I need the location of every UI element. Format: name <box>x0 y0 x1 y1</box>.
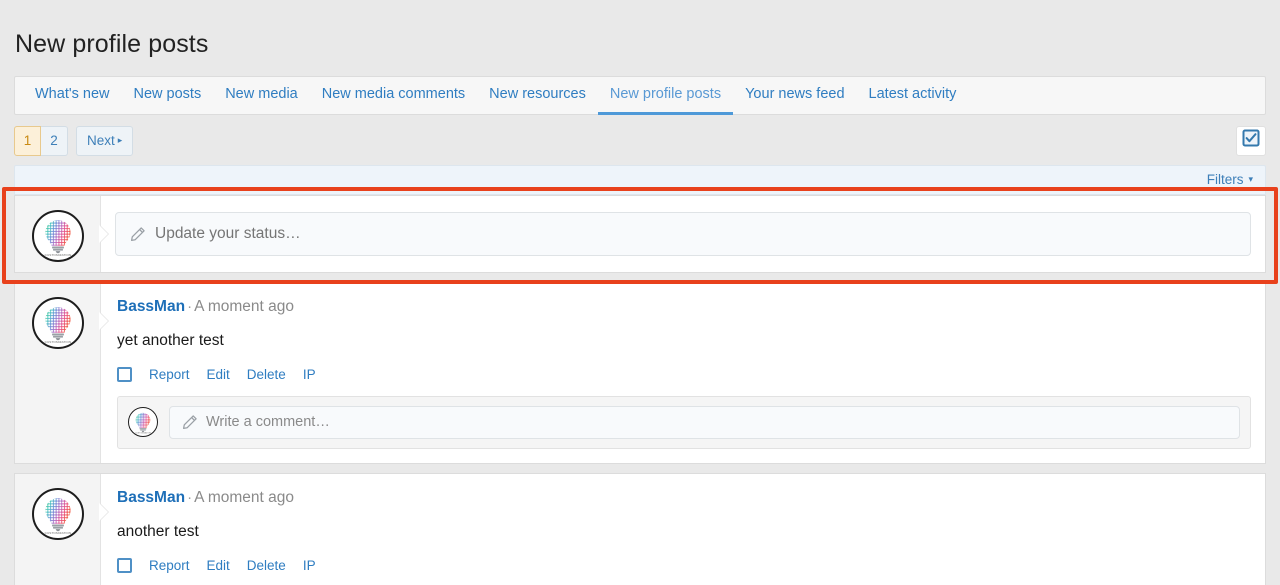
post-timestamp: A moment ago <box>194 298 294 315</box>
lightbulb-avatar-graphic: CUSTOMIZATION <box>129 408 157 436</box>
svg-text:CUSTOMIZATION: CUSTOMIZATION <box>44 252 71 256</box>
status-input-placeholder: Update your status… <box>155 225 301 243</box>
post-text: another test <box>117 522 1251 542</box>
composer-body: Update your status… <box>101 196 1265 272</box>
tab-label: New profile posts <box>610 86 721 102</box>
chevron-right-icon: ▸ <box>118 135 123 146</box>
next-page-label: Next <box>87 133 115 148</box>
post-body: BassMan·A moment ago yet another test Repo… <box>101 283 1265 463</box>
post-avatar-cell: CUSTOMIZATION <box>15 474 101 585</box>
tab-label: New media <box>225 86 298 102</box>
avatar-notch <box>100 225 109 243</box>
post-action-delete[interactable]: Delete <box>247 367 286 382</box>
post-action-report[interactable]: Report <box>149 558 190 573</box>
post-author-link[interactable]: BassMan <box>117 298 185 315</box>
page-title: New profile posts <box>0 17 1280 59</box>
post-action-edit[interactable]: Edit <box>207 367 230 382</box>
filters-dropdown[interactable]: Filters ▾ <box>1207 172 1253 187</box>
tab-new-posts[interactable]: New posts <box>122 77 214 115</box>
status-composer-block: CUSTOMIZATION Update your status… <box>14 195 1266 273</box>
tab-label: New resources <box>489 86 586 102</box>
post-body: BassMan·A moment ago another test Report Ed… <box>101 474 1265 585</box>
chevron-down-icon: ▾ <box>1248 174 1253 185</box>
composer-avatar-cell: CUSTOMIZATION <box>15 196 101 272</box>
profile-post: CUSTOMIZATION BassMan·A moment ago yet an… <box>14 282 1266 464</box>
tab-label: New media comments <box>322 86 465 102</box>
svg-text:CUSTOMIZATION: CUSTOMIZATION <box>44 530 71 534</box>
separator: · <box>187 489 192 506</box>
profile-post: CUSTOMIZATION BassMan·A moment ago anothe… <box>14 473 1266 585</box>
filter-bar: Filters ▾ <box>14 165 1266 195</box>
tab-new-media[interactable]: New media <box>213 77 310 115</box>
post-timestamp: A moment ago <box>194 489 294 506</box>
pencil-icon <box>130 226 146 242</box>
post-actions: Report Edit Delete IP <box>117 367 1251 382</box>
pencil-icon-graphic <box>182 414 198 430</box>
post-author-link[interactable]: BassMan <box>117 489 185 506</box>
page-button-2[interactable]: 2 <box>41 126 68 156</box>
post-action-delete[interactable]: Delete <box>247 558 286 573</box>
avatar-notch <box>100 503 109 521</box>
tab-new-media-comments[interactable]: New media comments <box>310 77 477 115</box>
tab-new-profile-posts[interactable]: New profile posts <box>598 77 733 115</box>
status-input[interactable]: Update your status… <box>115 212 1251 256</box>
lightbulb-avatar-graphic: CUSTOMIZATION <box>34 212 82 260</box>
post-header: BassMan·A moment ago <box>117 297 1251 317</box>
tab-your-news-feed[interactable]: Your news feed <box>733 77 856 115</box>
lightbulb-avatar-graphic: CUSTOMIZATION <box>34 490 82 538</box>
lightbulb-avatar-graphic: CUSTOMIZATION <box>34 299 82 347</box>
tab-what-s-new[interactable]: What's new <box>23 77 122 115</box>
content-stream: CUSTOMIZATION Update your status… <box>14 195 1266 585</box>
comment-composer: CUSTOMIZATION Write a comment… <box>117 396 1251 449</box>
tab-label: Your news feed <box>745 86 844 102</box>
tab-new-resources[interactable]: New resources <box>477 77 598 115</box>
mark-read-button[interactable] <box>1236 126 1266 156</box>
lightbulb-avatar[interactable]: CUSTOMIZATION <box>32 297 84 349</box>
post-action-edit[interactable]: Edit <box>207 558 230 573</box>
checkbox-checked-icon <box>1242 129 1260 152</box>
comment-input-placeholder: Write a comment… <box>206 414 330 430</box>
post-select-checkbox[interactable] <box>117 367 132 382</box>
pagination: 1 2 Next ▸ <box>14 126 133 156</box>
avatar-notch <box>100 312 109 330</box>
lightbulb-avatar[interactable]: CUSTOMIZATION <box>32 210 84 262</box>
comment-input[interactable]: Write a comment… <box>169 406 1240 439</box>
post-avatar-cell: CUSTOMIZATION <box>15 283 101 463</box>
tab-latest-activity[interactable]: Latest activity <box>857 77 969 115</box>
svg-text:CUSTOMIZATION: CUSTOMIZATION <box>44 339 71 343</box>
lightbulb-avatar[interactable]: CUSTOMIZATION <box>128 407 158 437</box>
tab-label: What's new <box>35 86 110 102</box>
separator: · <box>187 298 192 315</box>
post-select-checkbox[interactable] <box>117 558 132 573</box>
post-text: yet another test <box>117 331 1251 351</box>
pencil-icon-graphic <box>130 226 146 242</box>
next-page-button[interactable]: Next ▸ <box>76 126 133 156</box>
lightbulb-avatar[interactable]: CUSTOMIZATION <box>32 488 84 540</box>
pagination-row: 1 2 Next ▸ <box>14 125 1266 157</box>
post-header: BassMan·A moment ago <box>117 488 1251 508</box>
post-action-report[interactable]: Report <box>149 367 190 382</box>
tab-label: Latest activity <box>869 86 957 102</box>
post-actions: Report Edit Delete IP <box>117 558 1251 573</box>
filters-label: Filters <box>1207 172 1244 187</box>
page-button-1[interactable]: 1 <box>14 126 41 156</box>
post-action-ip[interactable]: IP <box>303 558 316 573</box>
tab-label: New posts <box>134 86 202 102</box>
page-root: New profile posts What's new New posts New… <box>0 17 1280 585</box>
pencil-icon <box>182 414 198 430</box>
navigation-tabs: What's new New posts New media New media co… <box>14 76 1266 115</box>
post-action-ip[interactable]: IP <box>303 367 316 382</box>
